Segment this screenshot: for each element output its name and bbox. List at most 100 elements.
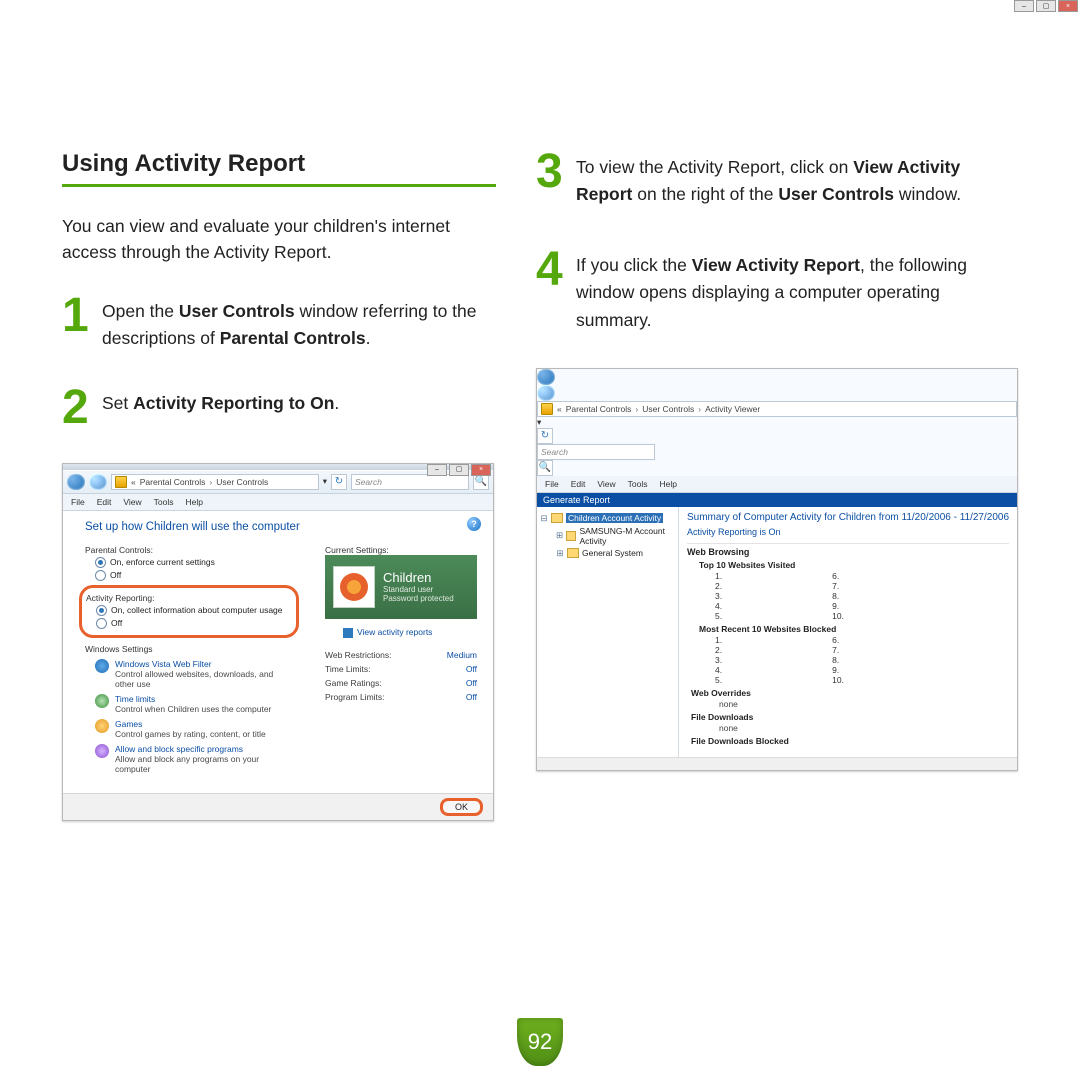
step-4: 4 If you click the View Activity Report,…: [536, 248, 1018, 333]
tree-label: SAMSUNG-M Account Activity: [579, 526, 675, 546]
step-number: 2: [62, 386, 92, 429]
search-input[interactable]: Search: [537, 444, 655, 460]
tree-node-selected[interactable]: ⊟Children Account Activity: [540, 513, 675, 524]
text: .: [366, 328, 371, 348]
shield-icon: [541, 403, 553, 415]
list-item: 4.: [715, 665, 722, 675]
text: If you click the: [576, 255, 692, 275]
sub-heading: File Downloads Blocked: [691, 736, 1009, 746]
chevron-icon: ›: [209, 477, 212, 487]
menu-help[interactable]: Help: [659, 479, 676, 489]
radio-pc-on[interactable]: On, enforce current settings: [95, 557, 295, 568]
breadcrumb[interactable]: « Parental Controls › User Controls: [111, 474, 319, 490]
back-icon[interactable]: [537, 369, 555, 385]
panel-heading: Set up how Children will use the compute…: [85, 521, 477, 533]
breadcrumb[interactable]: « Parental Controls › User Controls › Ac…: [537, 401, 1017, 417]
list-item: 6.: [832, 635, 844, 645]
list-item: 10.: [832, 675, 844, 685]
refresh-icon[interactable]: ↻: [331, 474, 347, 490]
list-item: 2.: [715, 581, 722, 591]
forward-icon[interactable]: [89, 474, 107, 490]
list-item: 10.: [832, 611, 844, 621]
tree-node[interactable]: ⊞SAMSUNG-M Account Activity: [556, 526, 675, 546]
list-item: 7.: [832, 581, 844, 591]
bold-text: Parental Controls: [220, 328, 366, 348]
radio-ar-off[interactable]: Off: [96, 618, 290, 629]
breadcrumb-item[interactable]: Parental Controls: [140, 477, 206, 487]
clock-icon: [95, 694, 109, 708]
tree-label: Children Account Activity: [566, 513, 663, 523]
link-time-limits[interactable]: Time limits: [115, 694, 155, 704]
avatar: [333, 566, 375, 608]
radio-icon: [96, 618, 107, 629]
user-card: Children Standard user Password protecte…: [325, 555, 477, 619]
tree-node[interactable]: ⊞General System: [556, 548, 675, 559]
setting-value: Off: [466, 664, 477, 674]
close-icon[interactable]: ×: [471, 464, 491, 476]
help-icon[interactable]: ?: [467, 517, 481, 531]
flower-icon: [340, 573, 368, 601]
list-item: 8.: [832, 655, 844, 665]
list-item: 4.: [715, 601, 722, 611]
chevron-icon: ›: [635, 404, 638, 414]
maximize-icon[interactable]: ▢: [449, 464, 469, 476]
breadcrumb-item[interactable]: User Controls: [642, 404, 694, 414]
radio-pc-off[interactable]: Off: [95, 570, 295, 581]
link-games[interactable]: Games: [115, 719, 142, 729]
forward-icon[interactable]: [537, 385, 555, 401]
ok-button[interactable]: OK: [440, 798, 483, 816]
back-icon[interactable]: [67, 474, 85, 490]
search-icon[interactable]: 🔍: [537, 460, 553, 476]
breadcrumb-item[interactable]: Parental Controls: [566, 404, 632, 414]
status-line: Activity Reporting is On: [687, 527, 1009, 537]
link-programs[interactable]: Allow and block specific programs: [115, 744, 243, 754]
menu-tools[interactable]: Tools: [628, 479, 648, 489]
sub-heading: Web Overrides: [691, 688, 1009, 698]
menu-view[interactable]: View: [123, 497, 141, 507]
radio-ar-on[interactable]: On, collect information about computer u…: [96, 605, 290, 616]
tree-view[interactable]: ⊟Children Account Activity ⊞SAMSUNG-M Ac…: [537, 507, 679, 757]
refresh-icon[interactable]: ↻: [537, 428, 553, 444]
current-settings-table: Web Restrictions:Medium Time Limits:Off …: [325, 650, 477, 702]
setting-value: Off: [466, 678, 477, 688]
menu-edit[interactable]: Edit: [571, 479, 586, 489]
programs-icon: [95, 744, 109, 758]
menu-edit[interactable]: Edit: [97, 497, 112, 507]
list-item: 2.: [715, 645, 722, 655]
setting-value: Off: [466, 692, 477, 702]
menu-view[interactable]: View: [597, 479, 615, 489]
bold-text: User Controls: [778, 184, 894, 204]
window-title-bar[interactable]: – ▢ ×: [63, 464, 493, 470]
list-item: 1.: [715, 571, 722, 581]
breadcrumb-item[interactable]: Activity Viewer: [705, 404, 760, 414]
menu-tools[interactable]: Tools: [154, 497, 174, 507]
none-value: none: [719, 699, 1009, 709]
chevron-icon: «: [131, 477, 136, 487]
bold-text: Activity Reporting to On: [133, 393, 334, 413]
menu-file[interactable]: File: [545, 479, 559, 489]
setting-key: Web Restrictions:: [325, 650, 391, 660]
link-web-filter[interactable]: Windows Vista Web Filter: [115, 659, 212, 669]
setting-key: Time Limits:: [325, 664, 371, 674]
step-body: Open the User Controls window referring …: [102, 294, 496, 352]
menu-file[interactable]: File: [71, 497, 85, 507]
text: To view the Activity Report, click on: [576, 157, 853, 177]
tree-label: General System: [582, 548, 643, 558]
list-item: 3.: [715, 655, 722, 665]
link-view-activity-reports[interactable]: View activity reports: [343, 627, 477, 638]
label: Parental Controls:: [85, 545, 295, 555]
label: Current Settings:: [325, 545, 477, 555]
link-text: View activity reports: [357, 627, 432, 637]
chevron-icon: «: [557, 404, 562, 414]
minimize-icon[interactable]: –: [427, 464, 447, 476]
list-item: 7.: [832, 645, 844, 655]
generate-report-button[interactable]: Generate Report: [537, 493, 1017, 507]
search-input[interactable]: Search: [351, 474, 469, 490]
horizontal-scrollbar[interactable]: [537, 757, 1017, 770]
breadcrumb-item[interactable]: User Controls: [216, 477, 268, 487]
search-icon[interactable]: 🔍: [473, 474, 489, 490]
link-desc: Allow and block any programs on your com…: [115, 754, 259, 774]
menu-help[interactable]: Help: [185, 497, 202, 507]
chevron-icon: ›: [698, 404, 701, 414]
menu-bar: File Edit View Tools Help: [63, 494, 493, 511]
